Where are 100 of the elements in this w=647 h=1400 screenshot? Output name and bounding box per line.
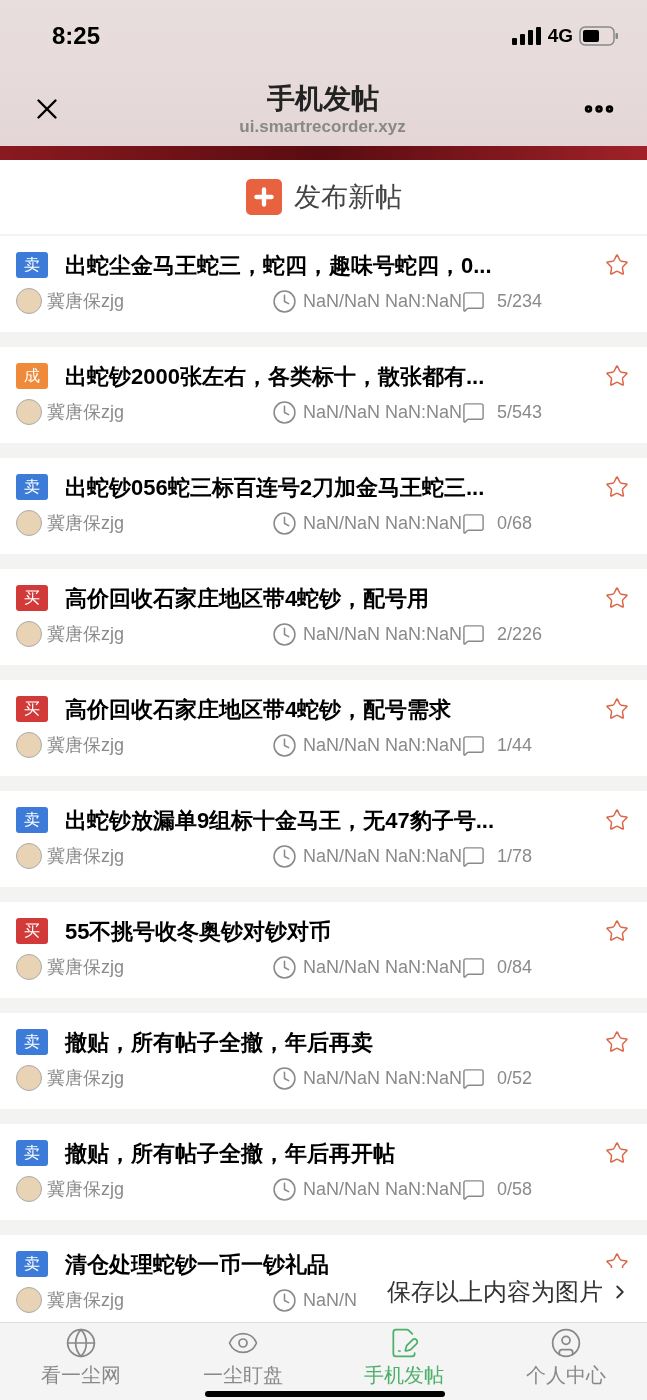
post-title: 清仓处理蛇钞一币一钞礼品 [65, 1250, 329, 1279]
post-tag: 卖 [16, 252, 48, 278]
reply-count: 1/78 [497, 844, 533, 868]
post-title: 高价回收石家庄地区带4蛇钞，配号用 [65, 584, 430, 613]
post-tag: 卖 [16, 1140, 48, 1166]
clock-icon [272, 1287, 297, 1313]
post-tag: 买 [16, 585, 48, 611]
avatar [16, 510, 42, 536]
post-title: 出蛇钞056蛇三标百连号2刀加金马王蛇三... [65, 473, 485, 502]
clock-icon [272, 732, 297, 758]
avatar [16, 288, 42, 314]
author-name: 冀唐保zjg [47, 955, 125, 979]
post-title: 出蛇钞放漏单9组标十金马王，无47豹子号... [65, 806, 495, 835]
post-time: NaN/NaN NaN:NaN [303, 1066, 463, 1090]
post-tag: 成 [16, 363, 48, 389]
avatar [16, 1065, 42, 1091]
post-card[interactable]: 卖 撤贴，所有帖子全撤，年后再卖 冀唐保zjg NaN/NaN NaN:NaN 0/52 [0, 1013, 647, 1109]
clock-icon [272, 843, 297, 869]
clock-icon [272, 510, 297, 536]
author-name: 冀唐保zjg [47, 289, 125, 313]
post-time: NaN/NaN NaN:NaN [303, 622, 463, 646]
star-icon[interactable] [605, 1141, 629, 1165]
star-icon[interactable] [605, 808, 629, 832]
globe-icon [64, 1327, 97, 1359]
clock-icon [272, 1176, 297, 1202]
post-card[interactable]: 卖 出蛇尘金马王蛇三，蛇四，趣味号蛇四，0... 冀唐保zjg NaN/NaN NaN:NaN 5/234 [0, 236, 647, 332]
post-tag: 卖 [16, 474, 48, 500]
post-card[interactable]: 卖 撤贴，所有帖子全撤，年后再开帖 冀唐保zjg NaN/NaN NaN:NaN 0/58 [0, 1124, 647, 1220]
author-name: 冀唐保zjg [47, 733, 125, 757]
battery-icon [579, 26, 619, 46]
post-time: NaN/NaN NaN:NaN [303, 400, 463, 424]
user-icon [550, 1327, 583, 1359]
network-label: 4G [547, 23, 573, 48]
reply-icon [462, 400, 486, 424]
status-time: 8:25 [52, 21, 101, 51]
reply-count: 5/543 [497, 400, 543, 424]
post-time: NaN/NaN NaN:NaN [303, 1177, 463, 1201]
star-icon[interactable] [605, 919, 629, 943]
author-name: 冀唐保zjg [47, 1177, 125, 1201]
post-card[interactable]: 卖 出蛇钞放漏单9组标十金马王，无47豹子号... 冀唐保zjg NaN/NaN NaN:NaN 1/78 [0, 791, 647, 887]
tab-label: 看一尘网 [40, 1363, 121, 1388]
signal-icon [511, 27, 542, 45]
clock-icon [272, 399, 297, 425]
author-name: 冀唐保zjg [47, 844, 125, 868]
star-icon[interactable] [605, 697, 629, 721]
clock-icon [272, 621, 297, 647]
author-name: 冀唐保zjg [47, 400, 125, 424]
post-title: 出蛇钞2000张左右，各类标十，散张都有... [65, 362, 485, 391]
post-tag: 卖 [16, 1251, 48, 1277]
star-icon[interactable] [605, 475, 629, 499]
reply-count: 0/68 [497, 511, 533, 535]
author-name: 冀唐保zjg [47, 1288, 125, 1312]
avatar [16, 732, 42, 758]
reply-icon [462, 1177, 486, 1201]
avatar [16, 1176, 42, 1202]
post-time: NaN/NaN NaN:NaN [303, 511, 463, 535]
star-icon[interactable] [605, 364, 629, 388]
post-title: 高价回收石家庄地区带4蛇钞，配号需求 [65, 695, 452, 724]
post-card[interactable]: 卖 出蛇钞056蛇三标百连号2刀加金马王蛇三... 冀唐保zjg NaN/NaN NaN:NaN 0/68 [0, 458, 647, 554]
post-tag: 买 [16, 696, 48, 722]
avatar [16, 399, 42, 425]
author-name: 冀唐保zjg [47, 511, 125, 535]
reply-count: 2/226 [497, 622, 543, 646]
star-icon[interactable] [605, 586, 629, 610]
star-icon[interactable] [605, 253, 629, 277]
reply-count: 0/52 [497, 1066, 533, 1090]
plus-icon [245, 179, 282, 215]
post-tag: 卖 [16, 807, 48, 833]
post-title: 55不挑号收冬奥钞对钞对币 [65, 917, 332, 946]
tab-label: 手机发帖 [364, 1363, 445, 1388]
star-icon[interactable] [605, 1030, 629, 1054]
new-post-button[interactable]: 发布新帖 [245, 176, 402, 218]
avatar [16, 954, 42, 980]
post-card[interactable]: 买 55不挑号收冬奥钞对钞对币 冀唐保zjg NaN/NaN NaN:NaN 0/84 [0, 902, 647, 998]
avatar [16, 621, 42, 647]
post-tag: 卖 [16, 1029, 48, 1055]
reply-count: 0/84 [497, 955, 533, 979]
author-name: 冀唐保zjg [47, 1066, 125, 1090]
reply-icon [462, 1066, 486, 1090]
post-card[interactable]: 成 出蛇钞2000张左右，各类标十，散张都有... 冀唐保zjg NaN/NaN NaN:NaN 5/543 [0, 347, 647, 443]
tab-label: 一尘盯盘 [202, 1363, 283, 1388]
reply-icon [462, 733, 486, 757]
post-time: NaN/NaN NaN:NaN [303, 733, 463, 757]
post-card[interactable]: 买 高价回收石家庄地区带4蛇钞，配号用 冀唐保zjg NaN/NaN NaN:NaN 2/226 [0, 569, 647, 665]
reply-icon [462, 511, 486, 535]
reply-count: 5/234 [497, 289, 543, 313]
reply-icon [462, 955, 486, 979]
reply-icon [462, 622, 486, 646]
post-time: NaN/NaN NaN:NaN [303, 955, 463, 979]
reply-count: 0/58 [497, 1177, 533, 1201]
post-time: NaN/N [303, 1288, 357, 1312]
reply-count: 1/44 [497, 733, 533, 757]
post-time: NaN/NaN NaN:NaN [303, 289, 463, 313]
page-url: ui.smartrecorder.xyz [239, 117, 406, 137]
clock-icon [272, 1065, 297, 1091]
post-card[interactable]: 买 高价回收石家庄地区带4蛇钞，配号需求 冀唐保zjg NaN/NaN NaN:NaN 1/44 [0, 680, 647, 776]
avatar [16, 1287, 42, 1313]
post-title: 撤贴，所有帖子全撤，年后再卖 [65, 1028, 373, 1057]
clock-icon [272, 288, 297, 314]
post-tag: 买 [16, 918, 48, 944]
